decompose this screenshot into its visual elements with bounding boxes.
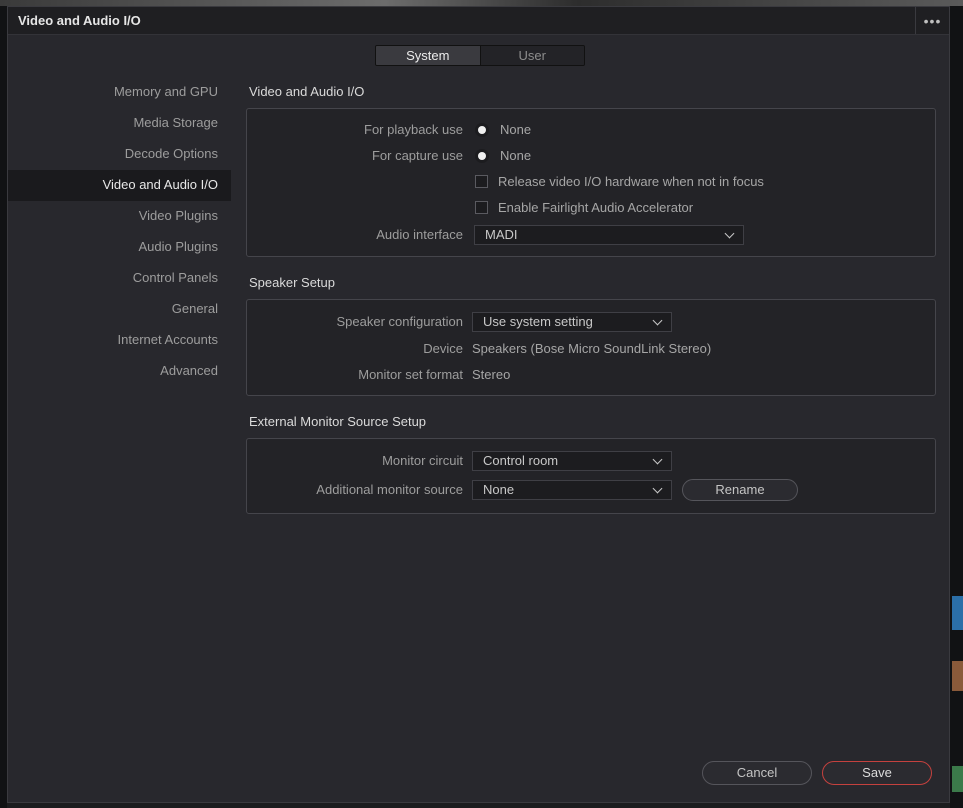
sidebar-item-advanced[interactable]: Advanced [8, 356, 231, 387]
speaker-config-label: Speaker configuration [336, 314, 463, 329]
monitor-format-row: Monitor set format Stereo [247, 365, 935, 385]
fairlight-label[interactable]: Enable Fairlight Audio Accelerator [498, 198, 693, 218]
playback-row: For playback use None [247, 120, 935, 140]
audio-interface-row: Audio interface MADI [247, 225, 935, 245]
monitor-format-label: Monitor set format [358, 367, 463, 382]
capture-row: For capture use None [247, 146, 935, 166]
background-clip-thumbnail [952, 596, 963, 630]
monitor-circuit-label: Monitor circuit [382, 453, 463, 468]
sidebar-item-memory-gpu[interactable]: Memory and GPU [8, 77, 231, 108]
sidebar-item-video-audio-io[interactable]: Video and Audio I/O [8, 170, 231, 201]
sidebar-item-control-panels[interactable]: Control Panels [8, 263, 231, 294]
section-title-video-audio-io: Video and Audio I/O [249, 84, 365, 99]
video-audio-io-panel: For playback use None For capture use No… [246, 108, 936, 257]
additional-monitor-row: Additional monitor source None Rename [247, 479, 935, 501]
rename-button[interactable]: Rename [682, 479, 798, 501]
playback-radio[interactable] [475, 123, 489, 137]
section-title-speaker-setup: Speaker Setup [249, 275, 336, 290]
section-title-external-monitor: External Monitor Source Setup [249, 414, 427, 429]
sidebar-item-audio-plugins[interactable]: Audio Plugins [8, 232, 231, 263]
additional-monitor-value: None [483, 482, 515, 497]
sidebar-item-decode-options[interactable]: Decode Options [8, 139, 231, 170]
device-label: Device [423, 341, 463, 356]
chevron-down-icon [652, 483, 663, 494]
fairlight-row: Enable Fairlight Audio Accelerator [247, 198, 935, 218]
speaker-setup-panel: Speaker configuration Use system setting… [246, 299, 936, 396]
sidebar-item-internet-accounts[interactable]: Internet Accounts [8, 325, 231, 356]
speaker-config-dropdown[interactable]: Use system setting [472, 312, 672, 332]
chevron-down-icon [724, 228, 735, 239]
capture-label: For capture use [371, 148, 463, 163]
monitor-format-value: Stereo [472, 367, 511, 382]
preferences-dialog: Video and Audio I/O ••• System User Memo… [7, 6, 950, 803]
release-hw-checkbox[interactable] [475, 175, 488, 188]
speaker-config-value: Use system setting [483, 314, 593, 329]
save-button[interactable]: Save [822, 761, 932, 785]
sidebar-item-video-plugins[interactable]: Video Plugins [8, 201, 231, 232]
background-app-left [0, 6, 7, 808]
fairlight-checkbox[interactable] [475, 201, 488, 214]
tab-user[interactable]: User [479, 46, 584, 65]
speaker-config-row: Speaker configuration Use system setting [247, 312, 935, 332]
window-title: Video and Audio I/O [18, 13, 141, 28]
monitor-circuit-value: Control room [483, 453, 559, 468]
release-hw-row: Release video I/O hardware when not in f… [247, 172, 935, 192]
sidebar-item-media-storage[interactable]: Media Storage [8, 108, 231, 139]
additional-monitor-label: Additional monitor source [316, 482, 463, 497]
monitor-circuit-row: Monitor circuit Control room [247, 451, 935, 471]
device-value: Speakers (Bose Micro SoundLink Stereo) [472, 341, 712, 356]
chevron-down-icon [652, 315, 663, 326]
device-row: Device Speakers (Bose Micro SoundLink St… [247, 339, 935, 359]
background-app-right [950, 6, 963, 808]
background-clip-thumbnail [952, 661, 963, 691]
chevron-down-icon [652, 454, 663, 465]
external-monitor-panel: Monitor circuit Control room Additional … [246, 438, 936, 514]
audio-interface-value: MADI [485, 227, 518, 242]
cancel-button[interactable]: Cancel [702, 761, 812, 785]
capture-radio[interactable] [475, 149, 489, 163]
system-user-toggle: System User [375, 45, 585, 66]
preferences-sidebar: Memory and GPU Media Storage Decode Opti… [8, 77, 231, 387]
capture-value: None [500, 148, 532, 163]
monitor-circuit-dropdown[interactable]: Control room [472, 451, 672, 471]
release-hw-label[interactable]: Release video I/O hardware when not in f… [498, 172, 764, 192]
audio-interface-label: Audio interface [376, 227, 463, 242]
additional-monitor-dropdown[interactable]: None [472, 480, 672, 500]
background-clip-thumbnail [952, 766, 963, 792]
tab-system[interactable]: System [376, 46, 480, 65]
sidebar-item-general[interactable]: General [8, 294, 231, 325]
audio-interface-dropdown[interactable]: MADI [474, 225, 744, 245]
playback-label: For playback use [364, 122, 463, 137]
more-options-icon[interactable]: ••• [915, 7, 949, 34]
title-bar: Video and Audio I/O ••• [8, 7, 949, 35]
playback-value: None [500, 122, 532, 137]
